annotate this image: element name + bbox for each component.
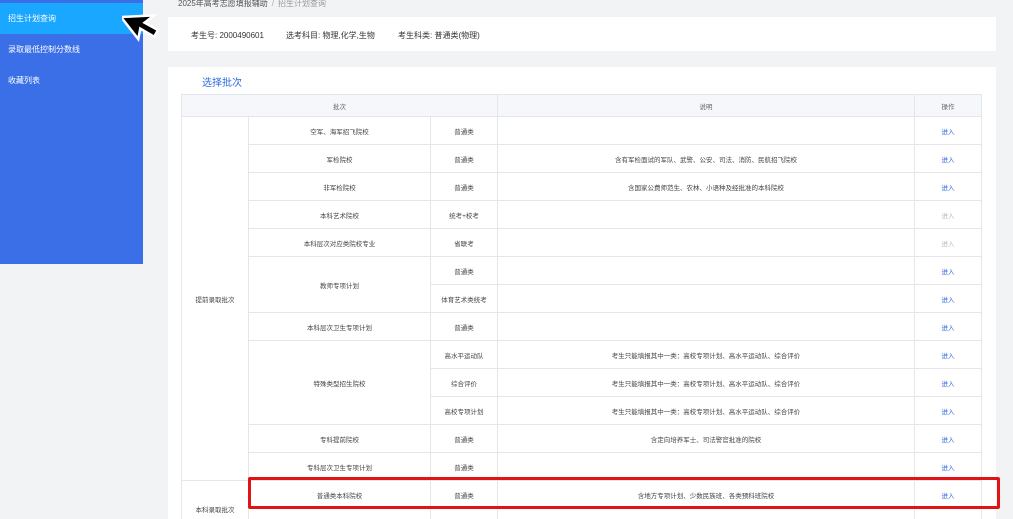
table-row: 本科层次卫生专项计划 普通类 进入 (182, 312, 982, 341)
enter-link[interactable]: 进入 (914, 284, 982, 313)
enter-link[interactable]: 进入 (914, 396, 982, 425)
batch-type: 高水平运动队 (430, 340, 498, 369)
batch-description (497, 200, 915, 229)
enter-link[interactable]: 进入 (914, 144, 982, 173)
table-row: 专科提前院校 普通类 含定向培养军士、司法警官批准的院校 进入 (182, 424, 982, 453)
batch-type (430, 508, 498, 519)
batch-name: 非军检院校 (248, 172, 431, 201)
enter-link[interactable]: 进入 (914, 452, 982, 481)
batch-type: 普通类 (430, 256, 498, 285)
batch-description (497, 508, 915, 519)
breadcrumb-current: 招生计划查询 (278, 0, 327, 8)
sidebar-item-favorites[interactable]: 收藏列表 (0, 65, 143, 96)
batch-name: 本科层次对应类院校专业 (248, 228, 431, 257)
batch-name: 普通类本科院校 (248, 480, 431, 509)
batch-name: 特殊类型招生院校 (248, 340, 431, 425)
exam-number: 考生号: 2000490601 (191, 31, 264, 40)
enter-link[interactable]: 进入 (914, 116, 982, 145)
batch-type: 普通类 (430, 424, 498, 453)
table-row: 特殊类型招生院校 高水平运动队 考生只能填报其中一类：高校专项计划、高水平运动队… (182, 340, 982, 425)
batch-type: 统考+校考 (430, 200, 498, 229)
batch-type: 普通类 (430, 116, 498, 145)
batch-name (248, 508, 431, 519)
batch-type: 普通类 (430, 144, 498, 173)
batch-description (497, 312, 915, 341)
batch-name: 教师专项计划 (248, 256, 431, 313)
enter-link[interactable] (914, 508, 982, 519)
header-description: 说明 (497, 94, 915, 117)
batch-selection-panel: 选择批次 批次 说明 操作 提前录取批次 空军、海军招飞院校 普通类 进入 军检… (168, 67, 996, 519)
enter-link[interactable]: 进入 (914, 172, 982, 201)
table-row: 本科录取批次 普通类本科院校 普通类 含地方专项计划、少数民族班、各类预科班院校… (181, 480, 982, 519)
batch-description: 考生只能填报其中一类：高校专项计划、高水平运动队、综合评价 (497, 368, 915, 397)
table-row: 提前录取批次 空军、海军招飞院校 普通类 进入 (181, 116, 982, 481)
table-row: 军检院校 普通类 含有军检面试的军队、武警、公安、司法、消防、民航招飞院校 进入 (182, 144, 982, 173)
breadcrumb-root[interactable]: 2025年高考志愿填报辅助 (178, 0, 268, 8)
header-batch: 批次 (181, 94, 498, 117)
table-row: 非军检院校 普通类 含国家公费师范生、农林、小语种及经批准的本科院校 进入 (182, 172, 982, 201)
enter-link[interactable]: 进入 (914, 480, 982, 509)
batch-description: 含有军检面试的军队、武警、公安、司法、消防、民航招飞院校 (497, 144, 915, 173)
batch-name: 本科层次卫生专项计划 (248, 312, 431, 341)
batch-description (497, 228, 915, 257)
table-row: 教师专项计划 普通类 进入 (182, 256, 982, 313)
table-row: 专科层次卫生专项计划 普通类 进入 (182, 452, 982, 481)
batch-description (497, 256, 915, 285)
batch-description (497, 284, 915, 313)
table-row (182, 508, 982, 519)
breadcrumb: 2025年高考志愿填报辅助 / 招生计划查询 (178, 0, 326, 10)
batch-name: 空军、海军招飞院校 (248, 116, 431, 145)
enter-link[interactable]: 进入 (914, 368, 982, 397)
batch-type: 普通类 (430, 172, 498, 201)
group-label-early: 提前录取批次 (181, 116, 249, 481)
student-category: 考生科类: 普通类(物理) (398, 31, 480, 40)
batch-type: 体育艺术类统考 (430, 284, 498, 313)
batch-description (497, 452, 915, 481)
batch-type: 综合评价 (430, 368, 498, 397)
batch-description: 含地方专项计划、少数民族班、各类预科班院校 (497, 480, 915, 509)
enter-link[interactable]: 进入 (914, 424, 982, 453)
batch-name: 专科层次卫生专项计划 (248, 452, 431, 481)
batch-name: 专科提前院校 (248, 424, 431, 453)
breadcrumb-separator: / (271, 0, 275, 8)
section-title: 选择批次 (202, 78, 242, 89)
enter-link[interactable]: 进入 (914, 312, 982, 341)
batch-type: 高校专项计划 (430, 396, 498, 425)
batch-table: 批次 说明 操作 提前录取批次 空军、海军招飞院校 普通类 进入 军检院校 普通… (181, 94, 982, 519)
batch-type: 普通类 (430, 312, 498, 341)
batch-description: 考生只能填报其中一类：高校专项计划、高水平运动队、综合评价 (497, 396, 915, 425)
enter-link[interactable]: 进入 (914, 256, 982, 285)
batch-description: 含定向培养军士、司法警官批准的院校 (497, 424, 915, 453)
group-label-undergrad: 本科录取批次 (181, 480, 249, 519)
header-operation: 操作 (914, 94, 982, 117)
enter-link-disabled: 进入 (914, 228, 982, 257)
batch-description: 含国家公费师范生、农林、小语种及经批准的本科院校 (497, 172, 915, 201)
table-row: 本科层次对应类院校专业 省联考 进入 (182, 228, 982, 257)
enter-link-disabled: 进入 (914, 200, 982, 229)
table-row: 本科艺术院校 统考+校考 进入 (182, 200, 982, 229)
enter-link[interactable]: 进入 (914, 340, 982, 369)
batch-name: 本科艺术院校 (248, 200, 431, 229)
batch-type: 省联考 (430, 228, 498, 257)
batch-type: 普通类 (430, 452, 498, 481)
batch-name: 军检院校 (248, 144, 431, 173)
batch-description (497, 116, 915, 145)
student-info-bar: 考生号: 2000490601 选考科目: 物理,化学,生物 考生科类: 普通类… (168, 17, 996, 51)
batch-type: 普通类 (430, 480, 498, 509)
mouse-cursor-icon (122, 13, 160, 43)
elective-subjects: 选考科目: 物理,化学,生物 (286, 31, 375, 40)
batch-description: 考生只能填报其中一类：高校专项计划、高水平运动队、综合评价 (497, 340, 915, 369)
